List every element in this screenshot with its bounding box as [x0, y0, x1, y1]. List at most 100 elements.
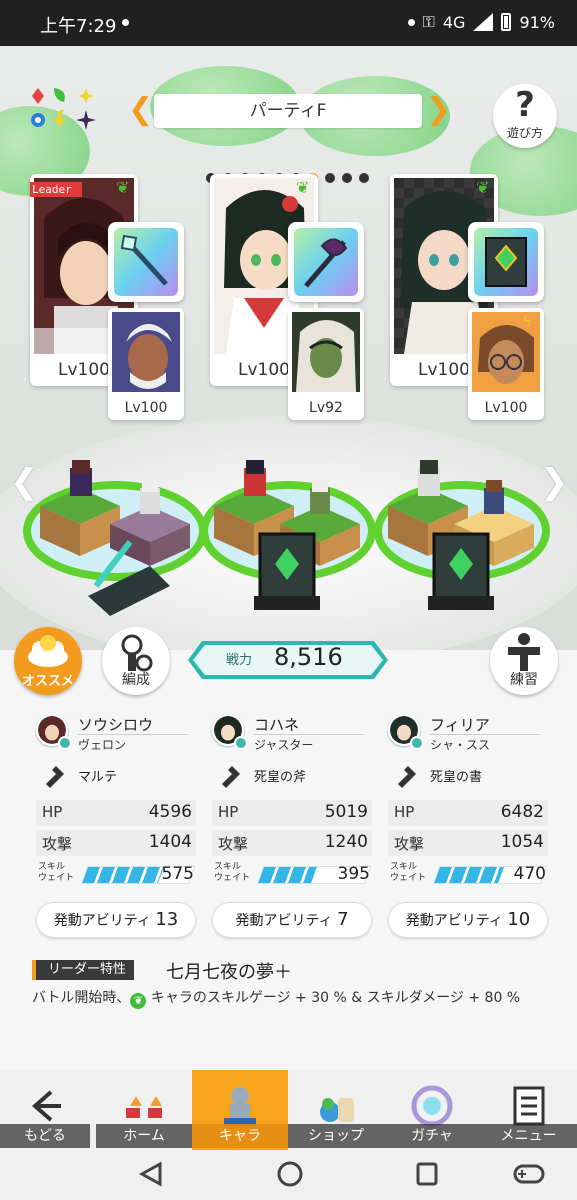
leader-trait: リーダー特性 七月七夜の夢＋	[32, 958, 552, 983]
elem-badge-icon	[58, 736, 72, 750]
ability-label: 発動アビリティ	[235, 913, 333, 929]
battery-level: 91%	[519, 12, 555, 32]
notification-dot	[122, 19, 129, 26]
nav-gacha[interactable]: ガチャ	[384, 1070, 480, 1150]
ability-count: 7	[337, 909, 349, 930]
skill-wait-stat: スキル ウェイト 395	[212, 862, 372, 888]
attack-label: 攻撃	[394, 835, 425, 853]
nav-shop[interactable]: ショップ	[288, 1070, 384, 1150]
home-icon	[126, 1096, 162, 1118]
scroll-right-arrow[interactable]: ❯	[540, 462, 569, 502]
weapon-card[interactable]	[288, 222, 364, 302]
status-time: 上午7:29	[40, 16, 117, 37]
character-stats-1: ソウシロウ ヴェロン マルテ HP 4596 攻撃 1404 スキル ウェイト 57…	[36, 712, 196, 938]
sub-character-card[interactable]: ϟ Lv100	[468, 308, 544, 420]
weapon-card[interactable]	[108, 222, 184, 302]
character-stats-3: フィリア シャ・スス 死皇の書 HP 6482 攻撃 1054 スキル ウェイト 4…	[388, 712, 548, 938]
unit-slot-2[interactable]: ❦ Lv100 Lv92	[210, 174, 370, 434]
trait-desc-part-a: バトル開始時、	[32, 990, 131, 1006]
help-label: 遊び方	[506, 126, 543, 140]
party-name: パーティF	[154, 94, 422, 128]
skill-wait-value: 470	[513, 864, 546, 884]
formation-label: 編成	[122, 672, 150, 688]
skill-wait-value: 575	[161, 864, 194, 884]
attack-stat: 攻撃 1404	[36, 830, 196, 856]
book-weapon-icon	[474, 228, 538, 296]
training-label: 練習	[510, 672, 538, 688]
sub-character-portrait	[112, 312, 180, 392]
ability-label: 発動アビリティ	[53, 913, 151, 929]
character-name: ソウシロウ	[78, 716, 154, 734]
back-arrow-icon	[31, 1090, 61, 1122]
gacha-icon	[411, 1085, 453, 1127]
character-stats-2: コハネ ジャスター 死皇の斧 HP 5019 攻撃 1240 スキル ウェイト 39…	[212, 712, 372, 938]
attack-stat: 攻撃 1240	[212, 830, 372, 856]
attack-stat: 攻撃 1054	[388, 830, 548, 856]
scroll-left-arrow[interactable]: ❮	[10, 462, 39, 502]
attack-value: 1054	[500, 832, 544, 852]
sub-character-name: ヴェロン	[78, 738, 127, 752]
bottom-nav: もどる ホーム キャラ ショップ ガチャ メニュー	[0, 1070, 577, 1150]
next-party-button[interactable]: ❯	[426, 94, 451, 128]
skill-wait-stat: スキル ウェイト 470	[388, 862, 548, 888]
hp-value: 5019	[324, 802, 368, 822]
question-icon: ?	[515, 85, 535, 125]
leaf-element-icon: ❦	[116, 178, 130, 197]
unit-slot-1[interactable]: Leader ❦ Lv100 Lv100	[30, 174, 190, 434]
party-stage: ❮ パーティF ❯ ? 遊び方 Leader ❦ Lv100 Lv100 ❦ L…	[0, 46, 577, 650]
ability-count: 13	[155, 909, 179, 930]
formation-button[interactable]: 編成	[102, 627, 170, 695]
recommend-button[interactable]: オススメ	[14, 627, 82, 695]
weapon-name: 死皇の書	[430, 770, 483, 785]
element-icons[interactable]	[24, 86, 104, 136]
nav-menu[interactable]: メニュー	[480, 1070, 577, 1150]
weapon-type-icon	[46, 766, 64, 788]
nav-home[interactable]: ホーム	[96, 1070, 192, 1150]
element-filter[interactable]	[24, 86, 104, 136]
skill-wait-stat: スキル ウェイト 575	[36, 862, 196, 888]
ability-button[interactable]: 発動アビリティ 13	[36, 902, 196, 938]
hp-label: HP	[218, 803, 239, 821]
attack-value: 1240	[324, 832, 368, 852]
unit-pedestals	[23, 460, 550, 616]
thunder-element-icon: ϟ	[522, 312, 533, 331]
skill-wait-label: スキル ウェイト	[214, 862, 251, 883]
hp-label: HP	[394, 803, 415, 821]
hp-value: 4596	[148, 802, 192, 822]
hp-stat: HP 5019	[212, 800, 372, 826]
help-button[interactable]: ? 遊び方	[493, 84, 557, 148]
signal-icon	[473, 13, 494, 31]
hp-stat: HP 6482	[388, 800, 548, 826]
status-icons: ⚿ 4G 91%	[407, 12, 555, 32]
game-controller-icon[interactable]	[512, 1160, 546, 1188]
power-value: 8,516	[274, 643, 343, 671]
staff-weapon-icon	[114, 228, 178, 296]
weapon-card[interactable]	[468, 222, 544, 302]
sub-level: Lv92	[309, 400, 343, 416]
training-button[interactable]: 練習	[490, 627, 558, 695]
leaf-element-icon: ❦	[476, 178, 490, 197]
skill-wait-value: 395	[337, 864, 370, 884]
nav-shop-label: ショップ	[288, 1124, 384, 1148]
system-home-icon[interactable]	[276, 1160, 304, 1188]
nav-menu-label: メニュー	[480, 1124, 577, 1148]
weapon-type-icon	[398, 766, 416, 788]
network-type: 4G	[442, 12, 466, 32]
sub-character-card[interactable]: Lv92	[288, 308, 364, 420]
attack-value: 1404	[148, 832, 192, 852]
skill-wait-label: スキル ウェイト	[390, 862, 427, 883]
ability-button[interactable]: 発動アビリティ 7	[212, 902, 372, 938]
nav-home-label: ホーム	[96, 1124, 192, 1148]
nav-chara[interactable]: キャラ	[192, 1070, 288, 1150]
system-recents-icon[interactable]	[414, 1160, 440, 1188]
previous-party-button[interactable]: ❮	[128, 94, 153, 128]
power-label: 戦力	[226, 653, 253, 668]
chara-icon	[224, 1087, 256, 1126]
attack-label: 攻撃	[218, 835, 249, 853]
unit-slot-3[interactable]: ❦ Lv100 ϟ Lv100	[390, 174, 550, 434]
nav-back[interactable]: もどる	[0, 1070, 90, 1150]
system-back-icon[interactable]	[138, 1160, 164, 1188]
sub-character-card[interactable]: Lv100	[108, 308, 184, 420]
ability-button[interactable]: 発動アビリティ 10	[388, 902, 548, 938]
attack-label: 攻撃	[42, 835, 73, 853]
